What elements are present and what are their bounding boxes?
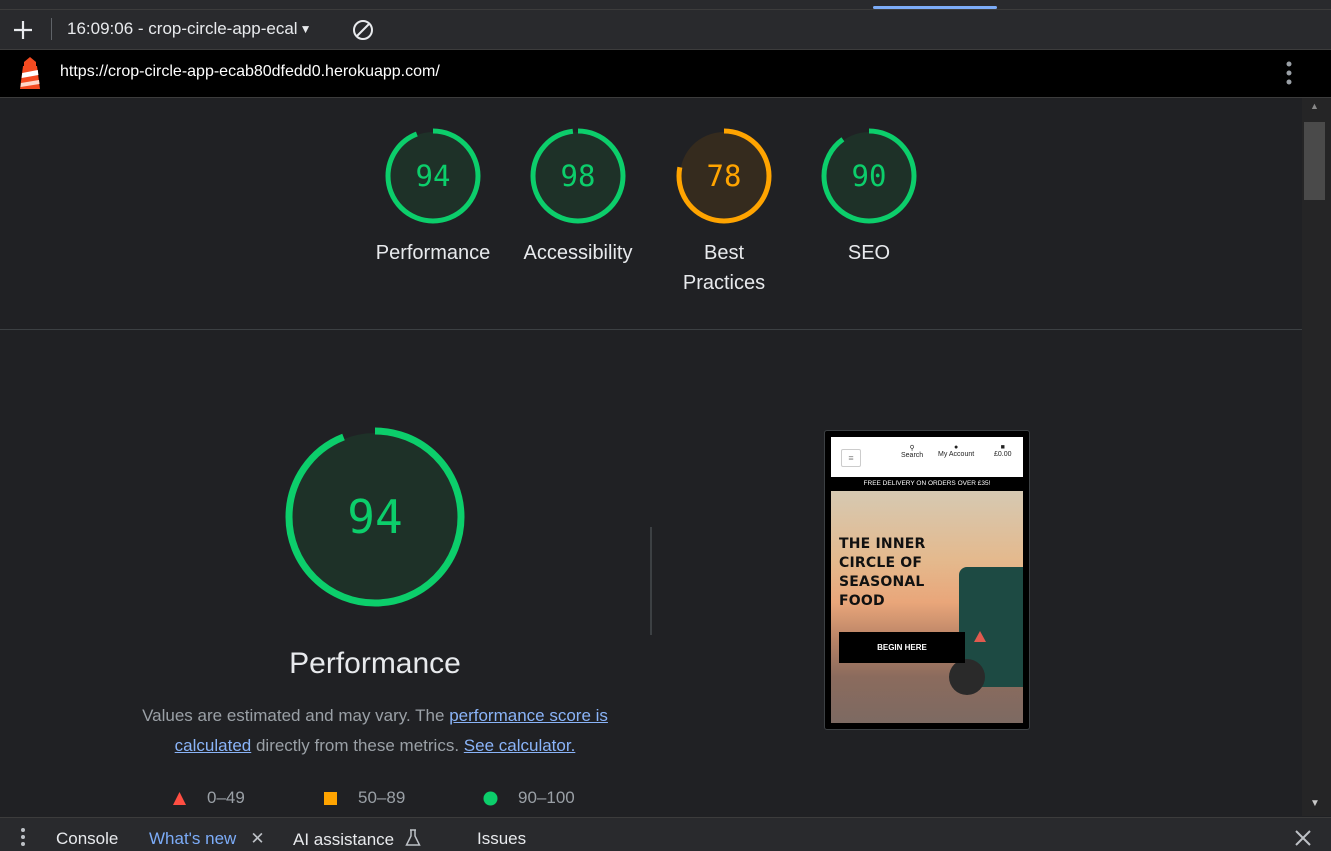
gauge-best-practices[interactable]: 78 Best Practices <box>674 126 774 298</box>
tractor-wheel-shape <box>949 659 985 695</box>
gauge-ring: 94 <box>385 128 481 224</box>
gauge-accessibility[interactable]: 98 Accessibility <box>524 126 632 268</box>
active-tab-indicator <box>873 6 997 9</box>
chevron-down-icon: ▼ <box>299 22 312 36</box>
legend-pass: 90–100 <box>483 788 575 808</box>
tab-issues-label: Issues <box>477 829 527 848</box>
report-url-bar: https://crop-circle-app-ecab80dfedd0.her… <box>0 50 1331 98</box>
clear-all-icon[interactable] <box>350 17 376 43</box>
more-options-icon[interactable] <box>1280 60 1298 88</box>
flask-icon <box>405 829 421 846</box>
performance-description: Values are estimated and may vary. The p… <box>130 701 620 761</box>
close-tab-icon[interactable]: ✕ <box>250 829 264 848</box>
fail-triangle-icon <box>173 791 186 805</box>
hero-headline: THE INNER CIRCLE OF SEASONAL FOOD <box>839 536 926 609</box>
bag-icon: ■ <box>1000 444 1005 451</box>
gauge-score: 94 <box>416 159 451 193</box>
lighthouse-logo-icon <box>20 57 40 89</box>
delivery-banner: FREE DELIVERY ON ORDERS OVER £35! <box>831 477 1023 491</box>
performance-section-title: Performance <box>289 647 461 680</box>
pass-circle-icon <box>483 791 498 805</box>
toolbar-separator <box>51 18 52 40</box>
gauge-label: Best Practices <box>682 242 766 294</box>
site-account: ● My Account <box>938 444 974 458</box>
final-screenshot[interactable]: ≡ ⚲ Search ● My Account ■ £0.00 FREE DEL… <box>824 430 1030 730</box>
performance-big-gauge: 94 <box>285 427 465 607</box>
section-divider <box>0 329 1302 330</box>
drawer-menu-icon[interactable] <box>18 827 28 847</box>
legend-average-range: 50–89 <box>358 788 406 807</box>
tab-ai-assistance[interactable]: AI assistance <box>293 829 421 850</box>
gauge-score: 98 <box>561 159 596 193</box>
devtools-drawer-tabbar: Console What's new ✕ AI assistance Issues <box>0 817 1331 851</box>
legend-fail: 0–49 <box>172 788 245 808</box>
legend-fail-range: 0–49 <box>207 788 245 807</box>
lighthouse-toolbar: 16:09:06 - crop-circle-app-ecal ▼ <box>0 10 1331 50</box>
close-drawer-icon[interactable] <box>1294 829 1312 847</box>
tab-console[interactable]: Console <box>56 829 118 849</box>
site-account-label: My Account <box>938 451 975 458</box>
legend-pass-range: 90–100 <box>518 788 575 807</box>
tab-console-label: Console <box>56 829 119 848</box>
warning-triangle-shape <box>974 631 986 642</box>
gauge-ring: 98 <box>530 128 626 224</box>
gauge-label: SEO <box>847 242 891 264</box>
vertical-divider <box>650 527 652 635</box>
tab-ai-assistance-label: AI assistance <box>293 830 395 849</box>
scroll-up-arrow-icon[interactable]: ▲ <box>1310 101 1319 111</box>
report-select-label: 16:09:06 - crop-circle-app-ecal <box>67 19 298 38</box>
site-cart-total: £0.00 <box>994 451 1012 458</box>
site-search: ⚲ Search <box>901 444 923 459</box>
hero-image: THE INNER CIRCLE OF SEASONAL FOOD BEGIN … <box>831 491 1023 723</box>
tab-whats-new[interactable]: What's new ✕ <box>149 829 265 849</box>
legend-average: 50–89 <box>323 788 405 808</box>
gauge-score: 90 <box>852 159 887 193</box>
report-content: 94 Performance 98 Accessibility 78 Best … <box>0 98 1302 816</box>
average-square-icon <box>324 791 337 805</box>
see-calculator-link[interactable]: See calculator. <box>464 736 576 755</box>
gauge-seo[interactable]: 90 SEO <box>819 126 919 268</box>
gauge-score: 78 <box>707 159 742 193</box>
tab-whats-new-label: What's new <box>149 829 237 848</box>
report-select-dropdown[interactable]: 16:09:06 - crop-circle-app-ecal ▼ <box>67 19 311 39</box>
scroll-down-arrow-icon[interactable]: ▼ <box>1310 798 1320 809</box>
hamburger-icon: ≡ <box>841 449 861 467</box>
scrollbar-thumb[interactable] <box>1304 122 1325 200</box>
desc-mid: directly from these metrics. <box>251 736 464 755</box>
gauge-performance[interactable]: 94 Performance <box>376 126 490 268</box>
performance-big-score: 94 <box>347 490 402 544</box>
site-header: ≡ ⚲ Search ● My Account ■ £0.00 <box>831 437 1023 477</box>
gauge-label: Accessibility <box>523 242 633 264</box>
search-icon: ⚲ <box>909 445 915 452</box>
new-report-plus-icon[interactable] <box>10 17 36 43</box>
vertical-scrollbar[interactable]: ▲ ▼ <box>1302 98 1331 816</box>
user-icon: ● <box>953 444 959 451</box>
screenshot-phone-frame: ≡ ⚲ Search ● My Account ■ £0.00 FREE DEL… <box>831 437 1023 723</box>
desc-prefix: Values are estimated and may vary. The <box>142 706 450 725</box>
tab-issues[interactable]: Issues <box>477 829 526 849</box>
report-url: https://crop-circle-app-ecab80dfedd0.her… <box>60 63 440 80</box>
gauge-ring: 90 <box>821 128 917 224</box>
gauge-ring: 78 <box>676 128 772 224</box>
hero-cta: BEGIN HERE <box>839 632 965 663</box>
site-cart: ■ £0.00 <box>994 444 1012 458</box>
window-top-strip <box>0 0 1331 10</box>
gauge-label: Performance <box>375 242 491 264</box>
site-search-label: Search <box>901 452 924 459</box>
